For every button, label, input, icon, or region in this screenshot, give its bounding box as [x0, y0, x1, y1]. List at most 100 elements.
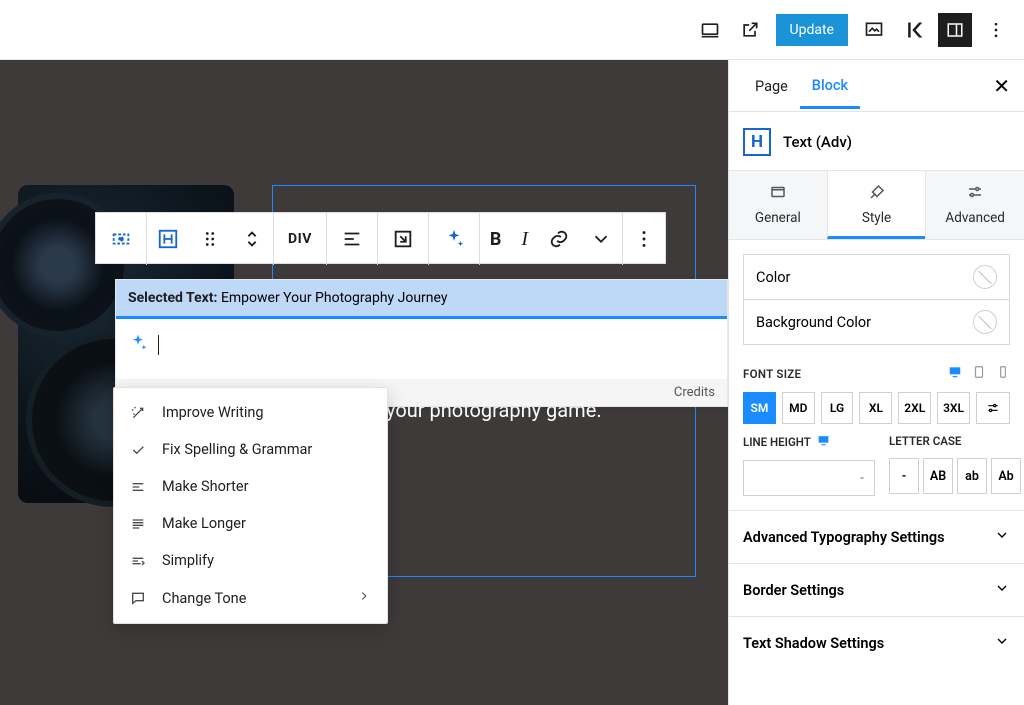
tab-page[interactable]: Page	[743, 64, 800, 107]
size-xl[interactable]: XL	[859, 392, 892, 424]
ai-sparkle-icon[interactable]	[429, 213, 480, 265]
chevron-down-icon	[994, 527, 1010, 547]
subtab-general[interactable]: General	[729, 171, 827, 239]
desktop-icon[interactable]	[817, 434, 830, 450]
ai-change-tone[interactable]: Change Tone	[114, 579, 387, 617]
more-formatting-icon[interactable]	[580, 213, 623, 265]
edit-image-icon[interactable]	[854, 10, 894, 50]
size-sm[interactable]: SM	[743, 392, 776, 424]
ai-selected-text-row: Selected Text: Empower Your Photography …	[116, 280, 727, 319]
ai-make-shorter[interactable]: Make Shorter	[114, 468, 387, 505]
section-advanced-typography[interactable]: Advanced Typography Settings	[729, 510, 1024, 563]
ai-make-longer[interactable]: Make Longer	[114, 505, 387, 542]
ai-simplify[interactable]: Simplify	[114, 542, 387, 579]
style-icon	[828, 183, 926, 205]
menu-item-label: Change Tone	[162, 590, 246, 607]
close-sidebar-icon[interactable]: ✕	[979, 74, 1024, 98]
align-icon[interactable]	[327, 213, 378, 265]
wand-icon	[130, 405, 148, 421]
ai-improve-writing[interactable]: Improve Writing	[114, 394, 387, 431]
section-label: Text Shadow Settings	[743, 635, 884, 652]
external-link-icon[interactable]	[730, 10, 770, 50]
heading-block-icon: H	[743, 128, 771, 156]
more-menu-icon[interactable]	[976, 10, 1016, 50]
settings-sidebar: Page Block ✕ H Text (Adv) General Style …	[728, 60, 1024, 705]
ai-selected-label: Selected Text:	[128, 290, 217, 306]
text-cursor	[158, 335, 159, 355]
section-border[interactable]: Border Settings	[729, 563, 1024, 616]
color-setting[interactable]: Color	[743, 254, 1010, 300]
ai-prompt-input[interactable]	[116, 319, 727, 379]
font-size-label: FONT SIZE	[743, 365, 1010, 382]
size-custom-icon[interactable]	[976, 392, 1010, 424]
link-button[interactable]	[538, 213, 580, 265]
longer-icon	[130, 516, 148, 532]
section-label: Advanced Typography Settings	[743, 529, 945, 546]
block-options-icon[interactable]	[623, 213, 665, 265]
general-icon	[729, 183, 827, 205]
case-upper[interactable]: AB	[923, 458, 953, 494]
simplify-icon	[130, 553, 148, 569]
sidebar-tabs: Page Block ✕	[729, 60, 1024, 112]
kadence-icon[interactable]	[894, 10, 934, 50]
bold-button[interactable]: B	[480, 213, 512, 265]
font-size-row: SM MD LG XL 2XL 3XL	[743, 392, 1010, 424]
color-swatch-empty[interactable]	[973, 310, 997, 334]
device-preview-icon[interactable]	[690, 10, 730, 50]
ai-fix-spelling[interactable]: Fix Spelling & Grammar	[114, 431, 387, 468]
subtab-label: General	[755, 210, 801, 226]
tablet-icon[interactable]	[972, 365, 986, 382]
tab-block[interactable]: Block	[800, 63, 860, 109]
subtab-advanced[interactable]: Advanced	[925, 171, 1024, 239]
ai-selected-value: Empower Your Photography Journey	[221, 290, 448, 306]
subtab-style[interactable]: Style	[827, 171, 926, 239]
style-panel-body: Color Background Color FONT SIZE SM MD L…	[729, 240, 1024, 510]
size-md[interactable]: MD	[782, 392, 815, 424]
section-text-shadow[interactable]: Text Shadow Settings	[729, 616, 1024, 669]
bg-color-setting[interactable]: Background Color	[743, 300, 1010, 345]
menu-item-label: Improve Writing	[162, 404, 264, 421]
desktop-icon[interactable]	[948, 365, 962, 382]
top-bar: Update	[0, 0, 1024, 60]
block-title: Text (Adv)	[783, 133, 852, 151]
check-icon	[130, 442, 148, 458]
update-button[interactable]: Update	[776, 14, 848, 46]
chat-icon	[130, 590, 148, 606]
block-header: H Text (Adv)	[729, 112, 1024, 170]
ai-actions-menu: Improve Writing Fix Spelling & Grammar M…	[113, 387, 388, 624]
section-label: Border Settings	[743, 582, 844, 599]
move-up-down-icon[interactable]	[231, 213, 274, 265]
block-toolbar: DIV B I	[95, 212, 666, 264]
case-cap[interactable]: Ab	[991, 458, 1021, 494]
letter-case-row: - AB ab Ab	[889, 458, 1021, 494]
menu-item-label: Make Longer	[162, 515, 246, 532]
drag-handle-icon[interactable]	[189, 213, 231, 265]
advanced-icon	[926, 183, 1024, 205]
case-lower[interactable]: ab	[957, 458, 987, 494]
menu-item-label: Fix Spelling & Grammar	[162, 441, 312, 458]
width-icon[interactable]	[378, 213, 429, 265]
sparkle-icon	[128, 333, 148, 357]
block-type-heading-icon[interactable]	[147, 213, 189, 265]
letter-case-label: LETTER CASE	[889, 434, 1021, 448]
size-3xl[interactable]: 3XL	[937, 392, 970, 424]
size-lg[interactable]: LG	[821, 392, 854, 424]
menu-item-label: Simplify	[162, 552, 214, 569]
italic-button[interactable]: I	[511, 213, 538, 265]
editor-canvas: your photography game. DIV B I	[0, 60, 728, 705]
html-tag-selector[interactable]: DIV	[274, 213, 327, 265]
color-swatch-empty[interactable]	[973, 265, 997, 289]
mobile-icon[interactable]	[996, 365, 1010, 382]
size-2xl[interactable]: 2XL	[898, 392, 931, 424]
case-none[interactable]: -	[889, 458, 919, 494]
line-height-label: LINE HEIGHT	[743, 434, 875, 450]
line-height-input[interactable]	[743, 460, 875, 496]
menu-item-label: Make Shorter	[162, 478, 249, 495]
setting-label: Background Color	[756, 314, 871, 331]
settings-panel-toggle[interactable]	[938, 13, 972, 47]
block-select-icon[interactable]	[96, 213, 147, 265]
setting-label: Color	[756, 269, 790, 286]
chevron-right-icon	[357, 589, 371, 607]
chevron-down-icon	[994, 633, 1010, 653]
block-subtabs: General Style Advanced	[729, 170, 1024, 240]
